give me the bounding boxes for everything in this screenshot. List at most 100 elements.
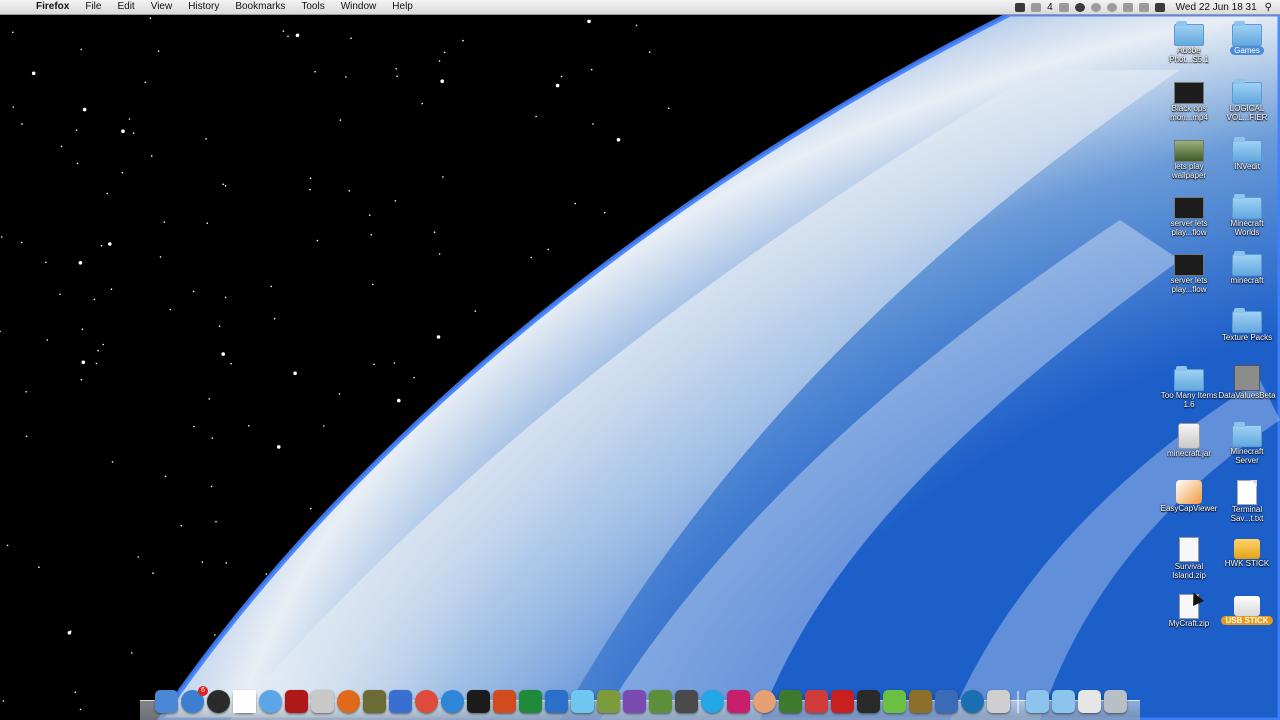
- menu-view[interactable]: View: [143, 0, 181, 14]
- dock-skype-icon[interactable]: [701, 690, 724, 713]
- menu-file[interactable]: File: [77, 0, 109, 14]
- desktop-icon-minecraft-worlds[interactable]: Minecraft Worlds: [1218, 194, 1276, 237]
- dock-snowflake-icon[interactable]: [571, 690, 594, 713]
- skype-icon[interactable]: [1074, 2, 1085, 12]
- dock-finder-icon[interactable]: [155, 690, 178, 713]
- desktop-icon-logical-volume[interactable]: LOGICAL VOL...FIER: [1218, 79, 1276, 122]
- star: [67, 631, 72, 635]
- adobe-updates-count: 4: [1047, 1, 1053, 13]
- star: [462, 39, 464, 42]
- star: [277, 445, 281, 449]
- dock-chrome-icon[interactable]: [415, 690, 438, 713]
- desktop-icon-lets-play-wallpaper[interactable]: lets play wallpaper: [1160, 138, 1218, 180]
- wifi-icon[interactable]: [1138, 2, 1149, 12]
- dock-powerpoint-icon[interactable]: [493, 690, 516, 713]
- dock-bluetooth-icon[interactable]: [389, 690, 412, 713]
- menu-help[interactable]: Help: [384, 0, 421, 14]
- menu-app-firefox[interactable]: Firefox: [28, 0, 77, 14]
- external-drive-icon: [1234, 539, 1260, 559]
- image-thumbnail-icon: [1174, 140, 1204, 162]
- icon-label: Too Many Items 1.6: [1160, 391, 1218, 409]
- dock-dvd-icon[interactable]: [987, 690, 1010, 713]
- star: [310, 507, 312, 510]
- dock-stamps-icon[interactable]: [805, 690, 828, 713]
- dock-photo-booth-icon[interactable]: [285, 690, 308, 713]
- camera-icon[interactable]: [1015, 2, 1026, 12]
- menu-clock[interactable]: Wed 22 Jun 18 31: [1176, 2, 1257, 13]
- desktop-icon-minecraft-jar[interactable]: minecraft.jar: [1160, 423, 1218, 458]
- dock-angry-birds-icon[interactable]: [831, 690, 854, 713]
- dock-activity-icon[interactable]: [857, 690, 880, 713]
- dock-butterfly-icon[interactable]: [727, 690, 750, 713]
- dock-safari-icon[interactable]: [259, 690, 282, 713]
- desktop-icon-usb-stick[interactable]: USB STICK: [1218, 594, 1276, 625]
- dock-excel-icon[interactable]: [519, 690, 542, 713]
- desktop-icon-survival-island-zip[interactable]: Survival Island.zip: [1160, 537, 1218, 580]
- star: [12, 31, 14, 34]
- desktop-icon-easycapviewer[interactable]: EasyCapViewer: [1160, 480, 1218, 513]
- desktop-icon-terminal-saved-txt[interactable]: Terminal Sav...t.txt: [1218, 480, 1276, 523]
- menu-history[interactable]: History: [180, 0, 227, 14]
- dock-minecraft-icon[interactable]: [649, 690, 672, 713]
- star: [587, 19, 591, 24]
- star: [137, 556, 139, 558]
- dock-leaf-icon[interactable]: [883, 690, 906, 713]
- desktop-icon-hwk-stick[interactable]: HWK STICK: [1218, 537, 1276, 568]
- folder-icon: [1232, 21, 1262, 46]
- dock-utility-icon[interactable]: [363, 690, 386, 713]
- dock-server-icon[interactable]: [675, 690, 698, 713]
- desktop-icon-games[interactable]: Games: [1218, 21, 1276, 55]
- dock-xcode-icon[interactable]: [597, 690, 620, 713]
- folder-icon: [1232, 79, 1262, 104]
- star: [474, 310, 477, 312]
- dock-imovie-icon[interactable]: [623, 690, 646, 713]
- desktop-icon-server-lets-play-2[interactable]: server lets play...flow: [1160, 252, 1218, 294]
- dock-face-icon[interactable]: [753, 690, 776, 713]
- dock-documents-stack-icon[interactable]: [1052, 690, 1075, 713]
- desktop-icon-invedit[interactable]: INVedit: [1218, 137, 1276, 171]
- star: [438, 60, 441, 62]
- dock-trash-icon[interactable]: [1104, 690, 1127, 713]
- desktop-icon-texture-packs[interactable]: Texture Packs: [1218, 308, 1276, 342]
- time-machine-icon[interactable]: [1106, 2, 1117, 12]
- dock-mail-icon[interactable]: 6: [181, 686, 208, 713]
- dock-dashboard-icon[interactable]: [207, 690, 230, 713]
- dock-itunes-icon[interactable]: [441, 690, 464, 713]
- dock-terminal-icon[interactable]: [467, 690, 490, 713]
- sync-icon[interactable]: [1090, 2, 1101, 12]
- zip-file-icon: [1179, 537, 1199, 562]
- star: [206, 222, 209, 224]
- dock-glider-icon[interactable]: [935, 690, 958, 713]
- star: [121, 171, 124, 174]
- desktop-icon-minecraft[interactable]: minecraft: [1218, 251, 1276, 285]
- adobe-updates-icon[interactable]: [1031, 2, 1042, 12]
- desktop-icon-black-ops-video[interactable]: Black ops mon...mp4: [1160, 80, 1218, 122]
- star: [590, 68, 593, 71]
- menu-tools[interactable]: Tools: [293, 0, 332, 14]
- dropbox-icon[interactable]: [1058, 2, 1069, 12]
- spotlight-icon[interactable]: ⚲: [1265, 2, 1272, 13]
- menu-edit[interactable]: Edit: [109, 0, 142, 14]
- volume-icon[interactable]: [1154, 2, 1165, 12]
- menu-window[interactable]: Window: [333, 0, 385, 14]
- desktop-icon-server-lets-play-1[interactable]: server lets play...flow: [1160, 195, 1218, 237]
- star: [224, 296, 227, 299]
- bluetooth-icon[interactable]: [1122, 2, 1133, 12]
- dock-firefox-icon[interactable]: [337, 690, 360, 713]
- dock-word-icon[interactable]: [545, 690, 568, 713]
- desktop-icon-too-many-items[interactable]: Too Many Items 1.6: [1160, 366, 1218, 409]
- star: [396, 75, 398, 78]
- dock-applications-stack-icon[interactable]: [1026, 690, 1049, 713]
- desktop-icon-minecraft-server[interactable]: Minecraft Server: [1218, 422, 1276, 465]
- dock-preview-icon[interactable]: [311, 690, 334, 713]
- dock-tree-icon[interactable]: [779, 690, 802, 713]
- icon-label: INVedit: [1234, 162, 1260, 171]
- dock-globe-icon[interactable]: [961, 690, 984, 713]
- dock-sticky-icon[interactable]: [909, 690, 932, 713]
- dock-ical-icon[interactable]: 22: [233, 690, 256, 713]
- menu-bookmarks[interactable]: Bookmarks: [227, 0, 293, 14]
- desktop-icon-adobe-photoshop[interactable]: Adobe Phot...S5.1: [1160, 21, 1218, 64]
- star: [208, 398, 211, 400]
- desktop-icon-datavalues[interactable]: DataValuesBeta: [1218, 365, 1276, 400]
- dock-downloads-stack-icon[interactable]: [1078, 690, 1101, 713]
